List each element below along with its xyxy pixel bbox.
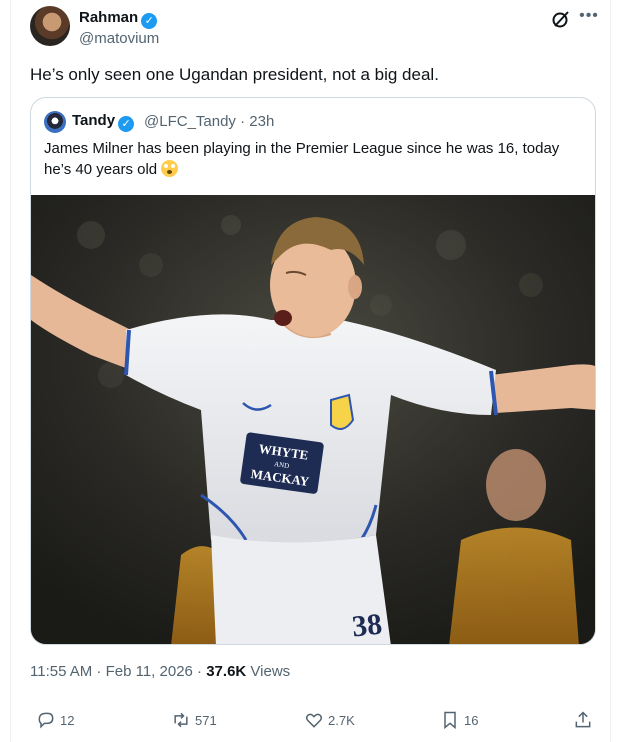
like-count: 2.7K	[328, 712, 355, 728]
share-button[interactable]	[573, 710, 593, 730]
heart-icon	[305, 713, 323, 728]
author-name-text[interactable]: Rahman	[79, 9, 138, 26]
grok-icon[interactable]	[551, 9, 571, 29]
quoted-tweet-photo[interactable]: WHYTE AND MACKAY 38	[31, 195, 595, 644]
football-player-photo: WHYTE AND MACKAY 38	[31, 195, 595, 644]
more-options-icon[interactable]: •••	[579, 7, 599, 27]
tweet-text: He’s only seen one Ugandan president, no…	[30, 65, 439, 84]
flushed-face-emoji-icon	[161, 160, 179, 177]
repost-button[interactable]: 571	[171, 710, 217, 730]
tweet-actions: 12 571 2.7K 16	[0, 710, 631, 740]
bookmark-button[interactable]: 16	[440, 710, 478, 730]
author-name[interactable]: Rahman ✓	[79, 9, 158, 29]
tweet-timestamp[interactable]: 11:55 AM · Feb 11, 2026 ·	[30, 663, 206, 680]
like-button[interactable]: 2.7K	[304, 710, 355, 730]
bookmark-icon	[444, 711, 456, 730]
reply-icon	[38, 712, 54, 729]
quoted-tweet-text: James Milner has been playing in the Pre…	[44, 138, 584, 180]
verified-badge-icon: ✓	[141, 13, 158, 29]
tweet-meta: 11:55 AM · Feb 11, 2026 · 37.6K Views	[30, 663, 290, 680]
quoted-author-handle[interactable]: @LFC_Tandy · 23h	[144, 113, 274, 130]
reply-button[interactable]: 12	[36, 710, 74, 730]
repost-count: 571	[195, 712, 217, 728]
shorts-number: 38	[350, 608, 383, 644]
views-count: 37.6K	[206, 663, 247, 680]
share-icon	[575, 711, 591, 728]
author-handle[interactable]: @matovium	[79, 30, 159, 47]
quoted-author-name[interactable]: Tandy ✓	[72, 112, 135, 132]
quoted-text-line1: James Milner has been playing in the Pre…	[44, 140, 560, 157]
quoted-author-name-text[interactable]: Tandy	[72, 112, 115, 129]
views-label: Views	[246, 663, 291, 680]
author-avatar[interactable]	[30, 6, 70, 46]
repost-icon	[174, 712, 188, 728]
bookmark-count: 16	[464, 712, 479, 728]
quoted-tweet[interactable]: Tandy ✓ @LFC_Tandy · 23h James Milner has…	[30, 97, 596, 645]
quoted-author-avatar[interactable]	[44, 111, 66, 133]
quoted-text-line2: he’s 40 years old	[44, 161, 158, 178]
reply-count: 12	[60, 712, 75, 728]
verified-badge-icon: ✓	[118, 116, 135, 132]
